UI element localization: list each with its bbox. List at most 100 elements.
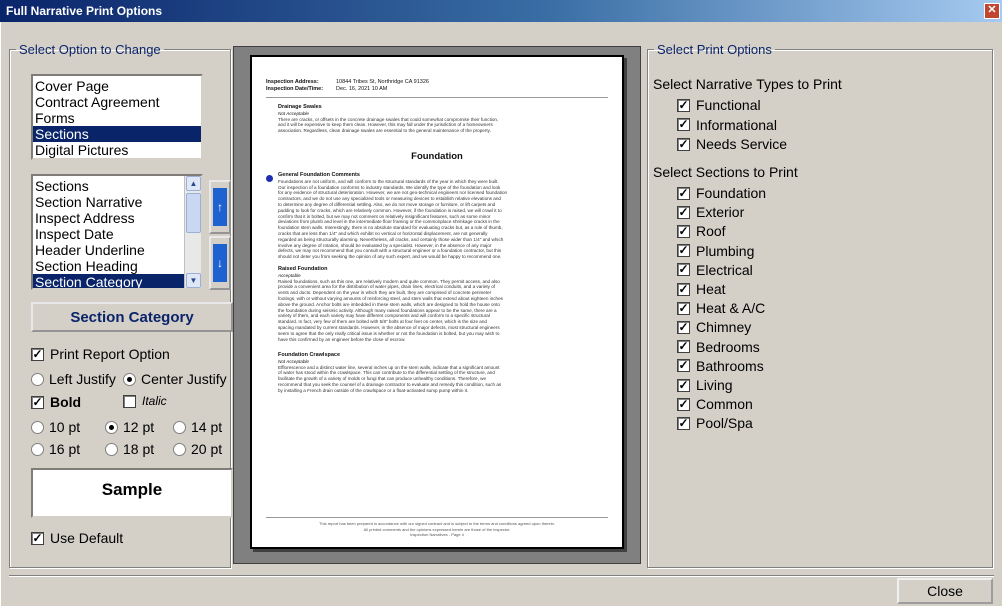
narrative-line: should not deter you from seeking the op… [278,254,502,260]
option-list-item[interactable]: Digital Pictures [33,142,201,158]
preview-section-heading: Foundation [411,151,463,162]
print-foundation-checkbox[interactable]: ✓ Foundation [677,185,766,201]
font-size-dot[interactable] [105,442,118,456]
narrative-line: association. Regardless, clean drainage … [278,128,491,134]
checkbox-box[interactable]: ✓ [677,416,690,430]
print-plumbing-checkbox[interactable]: ✓ Plumbing [677,243,754,259]
print-heat-checkbox[interactable]: ✓ Heat [677,281,726,297]
font-size-dot[interactable] [173,420,186,434]
option-listbox[interactable]: Cover Page Contract Agreement Forms Section… [31,74,203,160]
checkbox-box[interactable]: ✓ [677,397,690,411]
element-list-item[interactable]: Inspect Address [33,210,201,226]
print-exterior-checkbox[interactable]: ✓ Exterior [677,204,744,220]
use-default-box[interactable]: ✓ [31,531,44,545]
preview-general-block: General Foundation Comments Foundations … [278,172,608,260]
scroll-down-icon[interactable]: ▼ [186,273,201,288]
bold-box[interactable]: ✓ [31,395,44,409]
preview-header: Inspection Address: 10844 Tribes St, Nort… [266,79,429,93]
font-size-radio[interactable]: 20 pt [173,441,222,457]
font-size-radio[interactable]: 14 pt [173,419,222,435]
preview-drainage-block: Drainage Swales Not Acceptable There are… [278,104,608,134]
print-bathrooms-checkbox[interactable]: ✓ Bathrooms [677,358,764,374]
scroll-up-icon[interactable]: ▲ [186,176,201,191]
print-living-checkbox[interactable]: ✓ Living [677,377,733,393]
checkbox-box[interactable]: ✓ [677,98,690,112]
print-pool-spa-checkbox[interactable]: ✓ Pool/Spa [677,415,753,431]
checkbox-box[interactable]: ✓ [677,378,690,392]
print-functional-checkbox[interactable]: ✓ Functional [677,97,761,113]
checkbox-box[interactable]: ✓ [677,359,690,373]
left-justify-radio[interactable]: Left Justify [31,371,116,387]
move-down-button[interactable]: ↓ [209,236,231,290]
use-default-label: Use Default [50,530,124,546]
checkbox-label: Heat [696,281,726,297]
close-button[interactable]: Close [897,578,993,604]
checkbox-box[interactable]: ✓ [677,244,690,258]
element-list-item[interactable]: Header Underline [33,242,201,258]
left-justify-dot[interactable] [31,372,44,386]
center-justify-dot[interactable] [123,372,136,386]
checkbox-box[interactable]: ✓ [677,282,690,296]
checkbox-label: Chimney [696,319,752,336]
raised-narrative: Raised foundations, such as this one, ar… [278,279,608,343]
print-common-checkbox[interactable]: ✓ Common [677,396,753,412]
narrative-types-title: Select Narrative Types to Print [653,76,842,92]
italic-box[interactable] [123,394,136,408]
checkbox-box[interactable]: ✓ [677,118,690,131]
checkbox-box[interactable]: ✓ [677,301,690,315]
element-list-item[interactable]: Section Category [33,274,201,288]
font-size-label: 12 pt [123,419,155,435]
checkbox-label: Bedrooms [696,338,760,355]
drainage-narrative: There are cracks, or offsets in the conc… [278,117,608,134]
font-size-radio[interactable]: 12 pt [105,419,154,435]
scroll-thumb[interactable] [186,193,201,233]
font-size-radio[interactable]: 18 pt [105,441,154,457]
option-list-item[interactable]: Forms [33,110,201,126]
print-report-option-box[interactable]: ✓ [31,347,44,361]
print-roof-checkbox[interactable]: ✓ Roof [677,223,726,239]
checkbox-box[interactable]: ✓ [677,137,690,151]
element-list-item[interactable]: Sections [33,178,201,194]
font-size-dot[interactable] [173,442,186,456]
font-size-label: 20 pt [191,441,223,457]
element-list-scrollbar[interactable]: ▲ ▼ [184,176,201,288]
checkbox-box[interactable]: ✓ [677,263,690,277]
window-close-icon[interactable]: ✕ [984,3,1000,19]
element-list-item[interactable]: Section Heading [33,258,201,274]
italic-checkbox[interactable]: Italic [123,394,167,408]
font-size-radio[interactable]: 16 pt [31,441,80,457]
font-size-dot[interactable] [31,420,44,434]
preview-raised-block: Raised Foundation Acceptable Raised foun… [278,266,608,343]
font-size-dot[interactable] [31,442,44,456]
center-justify-radio[interactable]: Center Justify [123,371,227,387]
print-report-option-label: Print Report Option [50,346,170,362]
general-narrative: Foundations are not uniform, and will co… [278,179,608,260]
print-bedrooms-checkbox[interactable]: ✓ Bedrooms [677,339,760,355]
bold-checkbox[interactable]: ✓ Bold [31,394,81,410]
move-up-button[interactable]: ↑ [209,180,231,234]
print-electrical-checkbox[interactable]: ✓ Electrical [677,262,753,278]
font-size-radio[interactable]: 10 pt [31,419,80,435]
checkbox-box[interactable]: ✓ [677,340,690,354]
option-list-item[interactable]: Sections [33,126,201,142]
print-report-option-checkbox[interactable]: ✓ Print Report Option [31,346,170,362]
checkbox-box[interactable]: ✓ [677,205,690,219]
element-list-item[interactable]: Inspect Date [33,226,201,242]
element-list-item[interactable]: Section Narrative [33,194,201,210]
dialog-body: Select Option to Change Cover Page Contra… [0,22,1002,606]
checkbox-box[interactable]: ✓ [677,186,690,200]
checkbox-box[interactable]: ✓ [677,224,690,238]
font-size-dot[interactable] [105,420,118,434]
option-list-item[interactable]: Contract Agreement [33,94,201,110]
narrative-line: Inspection Narratives - Page 4 [410,532,464,537]
use-default-checkbox[interactable]: ✓ Use Default [31,530,123,546]
print-needs-service-checkbox[interactable]: ✓ Needs Service [677,136,787,152]
print-informational-checkbox[interactable]: ✓ Informational [677,117,777,133]
font-size-label: 10 pt [49,419,81,435]
element-listbox[interactable]: Sections Section Narrative Inspect Address… [31,174,203,290]
checkbox-box[interactable]: ✓ [677,320,690,334]
option-list-item[interactable]: Cover Page [33,78,201,94]
print-preview-panel: Inspection Address: 10844 Tribes St, Nort… [233,46,641,564]
print-chimney-checkbox[interactable]: ✓ Chimney [677,319,751,335]
print-heat-a-c-checkbox[interactable]: ✓ Heat & A/C [677,300,765,316]
